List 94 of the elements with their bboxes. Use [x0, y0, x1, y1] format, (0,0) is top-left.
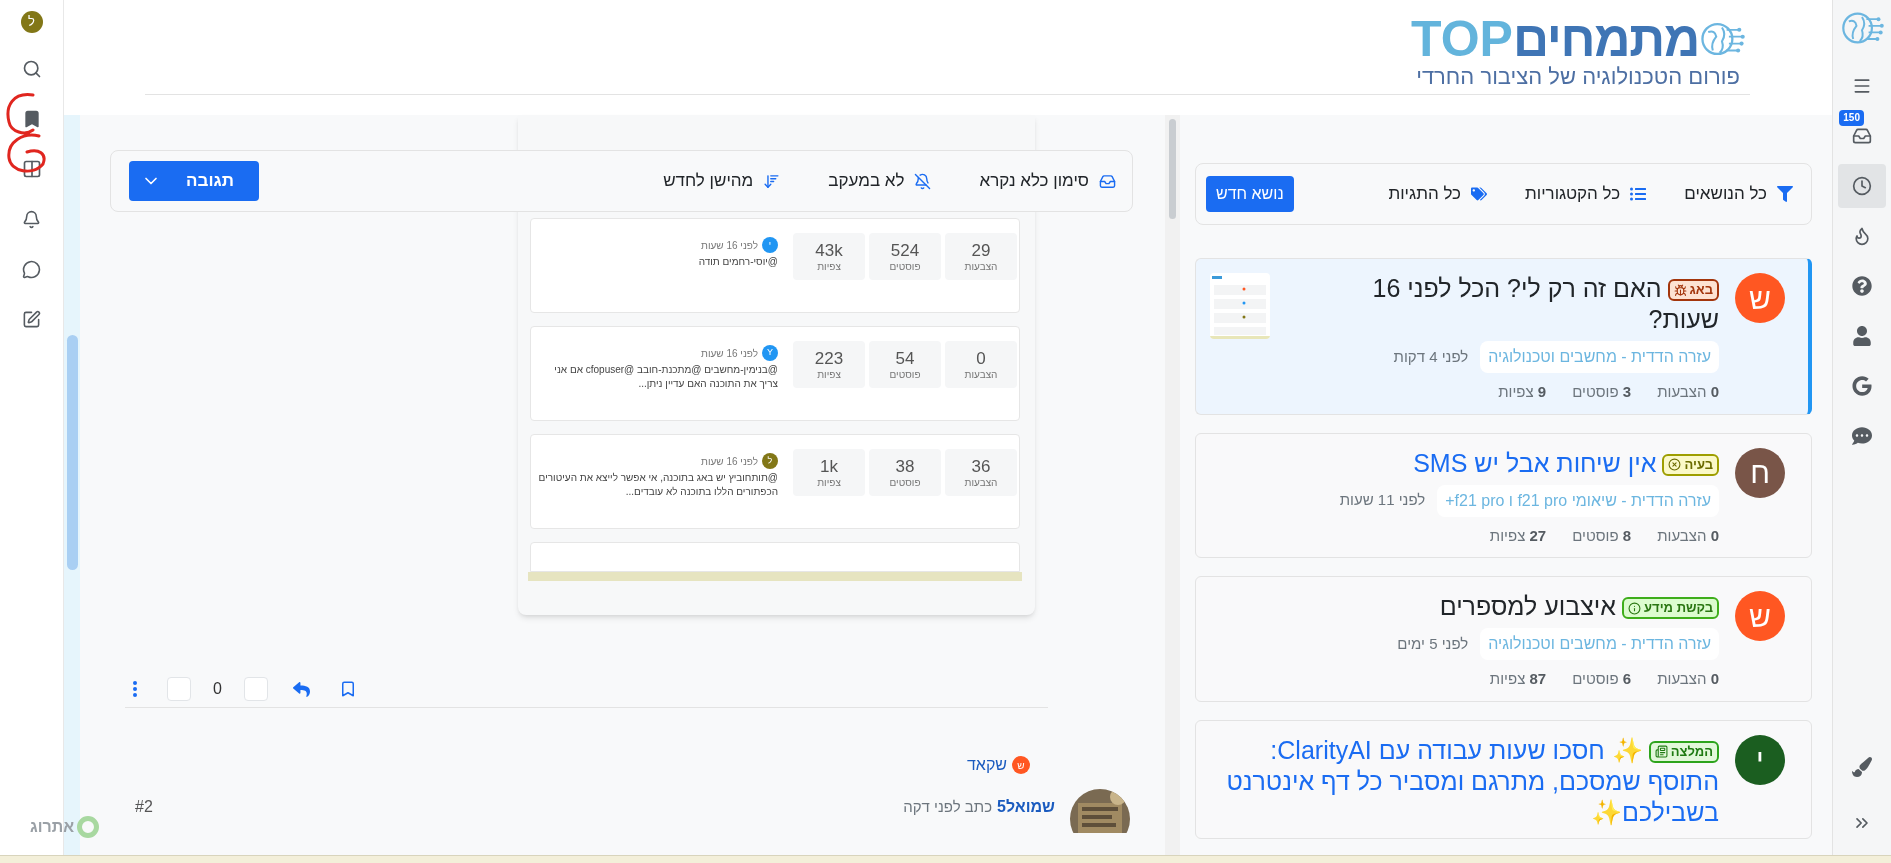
logo-title: מתמחים [1512, 14, 1699, 64]
topic-title[interactable]: בעיה אין שיחות אבל יש SMS [1210, 447, 1719, 479]
user-avatar: ל [762, 453, 778, 469]
menu-icon [1852, 76, 1872, 96]
badge-label: אתרוג [30, 817, 75, 837]
user-icon [1852, 326, 1872, 346]
stat-label: צפיות [817, 368, 841, 382]
post-excerpt: @תותחוביץ יש באג בתוכנה, אי אפשר לייצא את העיטורים הכפתורים הללו בתוכנה לא עובדים... [538, 471, 778, 499]
help-icon [1852, 276, 1872, 296]
toolbar-button[interactable]: סימון כלא נקרא [979, 168, 1116, 194]
filter-dropdown[interactable]: כל התגיות [1388, 181, 1488, 207]
logo-tagline: פורום הטכנולוגיה של הציבור החרדי [1416, 66, 1740, 88]
topic-time: לפני 11 שעות [1339, 490, 1426, 511]
user-avatar[interactable]: י [1735, 734, 1785, 785]
google-icon [1852, 376, 1872, 396]
edit-icon [22, 309, 41, 329]
stat-value: 38 [895, 455, 915, 477]
user-avatar: ש [1012, 756, 1030, 774]
topic-time: לפני 5 ימים [1397, 633, 1469, 654]
filter-icon [1777, 186, 1793, 202]
stat-label: צפיות [817, 260, 841, 274]
new-topic-button[interactable]: נושא חדש [1206, 176, 1294, 212]
ring-icon [76, 815, 101, 839]
stat-value: 1k [820, 455, 838, 477]
stat-value: 524 [890, 239, 920, 261]
chat-icon [1852, 426, 1872, 446]
stat-label: צפיות [817, 476, 841, 490]
user-avatar[interactable]: ש [1735, 591, 1785, 641]
x-circle-icon [1668, 458, 1682, 472]
topic-title[interactable]: המלצה ✨ חסכו שעות עבודה עם ClarityAI: התוסף שמסכם, מתרגם ומסביר כל דף אינטרנט בשבילכם✨ [1210, 734, 1719, 828]
toolbar-button[interactable]: מהישן לחדש [663, 168, 781, 194]
flame-icon [1852, 226, 1872, 246]
author-name[interactable]: שמואל5 [997, 795, 1055, 819]
stat-label: הצבעות [964, 368, 998, 382]
chat-icon [22, 259, 41, 279]
topic-title[interactable]: בקשת מידע איצבוע למספרים [1210, 591, 1719, 622]
scrollbar-thumb[interactable] [66, 335, 78, 570]
newspaper-icon [1654, 745, 1668, 759]
topic-time: לפני 4 דקות [1393, 346, 1469, 367]
stat-value: 223 [814, 347, 844, 369]
info-icon [1628, 601, 1642, 615]
columns-icon [21, 159, 42, 179]
topic-title[interactable]: באג האם זה רק לי? הכל לפני 16 שעות? [1319, 273, 1719, 335]
stat-label: הצבעות [964, 476, 998, 490]
post-index[interactable]: #2 [135, 795, 153, 819]
sort-icon [763, 172, 781, 190]
bug-icon [1673, 283, 1687, 297]
bell-off-icon [914, 172, 932, 190]
filter-dropdown[interactable]: כל הנושאים [1684, 181, 1793, 207]
reply-icon [293, 680, 311, 698]
topic-card[interactable]: י המלצה ✨ חסכו שעות עבודה עם ClarityAI: התוסף שמסכם, מתרגם ומסביר כל דף אינטרנט בשבילכם✨ [1195, 719, 1812, 839]
scrollbar-thumb[interactable] [1169, 119, 1176, 219]
stat-label: הצבעות [964, 260, 998, 274]
toolbar-button[interactable]: לא במעקב [828, 168, 932, 194]
user-avatar: Y [762, 345, 778, 361]
stat-value: 29 [971, 239, 991, 261]
stat-label: פוסטים [889, 476, 921, 490]
post-meta: כתב לפני דקה [903, 796, 992, 817]
inbox-icon [1099, 172, 1116, 190]
filter-dropdown[interactable]: כל הקטגוריות [1525, 181, 1647, 207]
tags-icon [1471, 186, 1488, 202]
reply-label[interactable]: תגובה [161, 168, 259, 194]
clock-icon [1852, 176, 1872, 196]
inbox-icon [1852, 126, 1872, 146]
sidebar-nav-button[interactable] [1838, 164, 1886, 208]
notification-badge: 150 [1839, 110, 1864, 126]
list-icon [1630, 186, 1647, 202]
topic-tag[interactable]: בעיה [1662, 453, 1719, 476]
more-icon [133, 681, 137, 697]
stat-value: 36 [971, 455, 991, 477]
stat-value: 43k [815, 239, 843, 261]
stat-label: פוסטים [889, 368, 921, 382]
user-avatar[interactable]: ל [20, 11, 43, 33]
stat-value: 54 [895, 347, 915, 369]
user-avatar: י [762, 237, 778, 253]
bell-icon [22, 209, 41, 229]
topic-tag[interactable]: המלצה [1648, 740, 1719, 763]
stat-value: 0 [976, 347, 986, 369]
brush-icon [1852, 757, 1872, 777]
stat-label: פוסטים [889, 260, 921, 274]
user-avatar[interactable]: ש [1735, 273, 1785, 323]
topic-tag[interactable]: בקשת מידע [1622, 597, 1719, 620]
post-excerpt: @בנימין-מחשבים @מתכנת-חובב @cfopuser אם אני צריך את התוכנה האם עדיין ניתן... [553, 363, 778, 391]
search-icon [21, 59, 42, 79]
post-excerpt: @יוסי-רחמים תודה [697, 255, 778, 269]
vote-count: 0 [213, 679, 222, 699]
user-tag[interactable]: ש שקאד [966, 753, 1030, 777]
reply-split-button[interactable]: תגובה [129, 161, 259, 201]
post-time: לפני 16 שעות [701, 238, 758, 253]
topic-tag[interactable]: באג [1667, 279, 1719, 302]
user-avatar[interactable]: ח [1735, 447, 1785, 498]
post-time: לפני 16 שעות [701, 346, 758, 361]
logo-accent: TOP [1411, 14, 1513, 64]
post-time: לפני 16 שעות [701, 454, 758, 469]
